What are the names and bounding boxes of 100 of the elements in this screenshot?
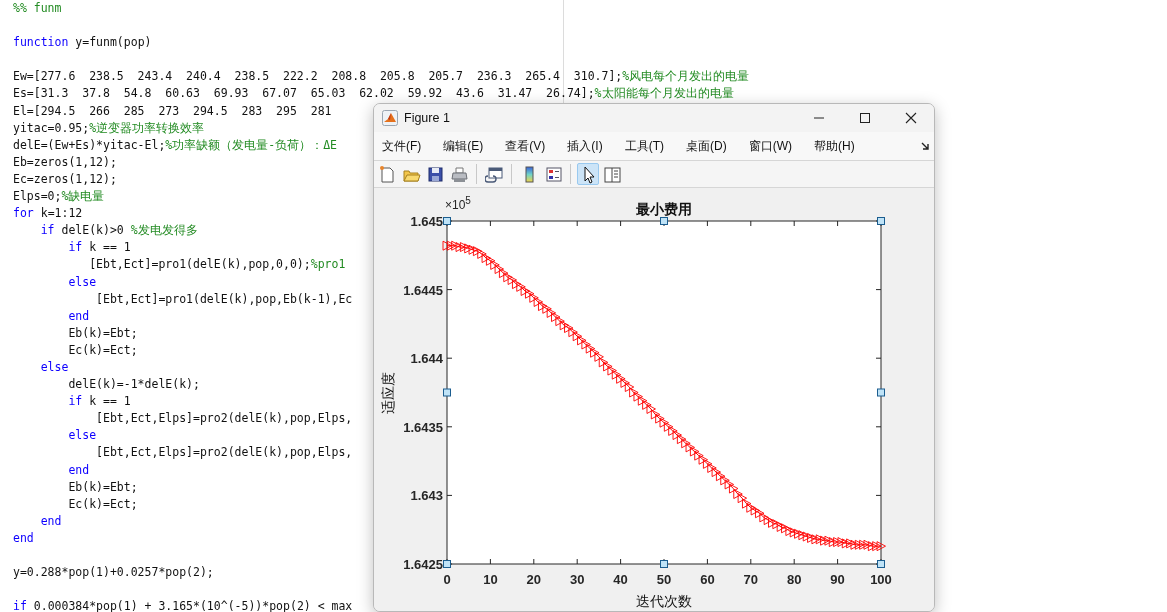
- data-marker: [824, 535, 834, 546]
- data-marker: [607, 365, 617, 376]
- data-marker: [798, 530, 808, 541]
- data-marker: [503, 272, 513, 283]
- y-tick-label: 1.6425: [403, 557, 443, 572]
- data-marker: [715, 471, 726, 482]
- y-tick-label: 1.6445: [403, 282, 443, 298]
- data-marker: [768, 517, 778, 528]
- data-marker: [659, 417, 669, 428]
- data-marker: [542, 303, 552, 314]
- menu-item[interactable]: 编辑(E): [438, 137, 489, 155]
- selection-handle[interactable]: [877, 217, 885, 225]
- save-icon: [425, 164, 445, 184]
- data-marker: [854, 539, 865, 550]
- x-tick-label: 10: [483, 572, 498, 587]
- y-tick-label: 1.645: [410, 214, 443, 229]
- close-icon: [904, 111, 918, 125]
- code-line: yitac=0.95;%逆变器功率转换效率: [13, 119, 205, 137]
- data-marker: [490, 259, 500, 270]
- code-line: [Ebt,Ect,Elps]=pro2(delE(k),pop,Elps,: [95, 410, 353, 428]
- data-marker: [477, 249, 487, 259]
- data-marker: [820, 535, 830, 546]
- data-marker: [807, 532, 817, 543]
- selection-handle[interactable]: [443, 560, 451, 568]
- x-tick-label: 40: [613, 572, 628, 587]
- data-marker: [616, 373, 626, 384]
- x-tick-label: 20: [526, 572, 542, 587]
- data-marker: [789, 527, 800, 538]
- menu-item[interactable]: 帮助(H): [809, 137, 860, 155]
- data-marker: [837, 537, 847, 547]
- x-axis-label: 迭代次数: [636, 593, 692, 609]
- data-marker: [846, 538, 856, 549]
- code-line: Es=[31.3 37.8 54.8 60.63 69.93 67.07 65.03 62.02 59.92 43.6 31.47 26.74];%太阳能每个月发出的电量: [13, 85, 734, 103]
- code-line: [Ebt,Ect,Elps]=pro2(delE(k),pop,Elps,: [95, 444, 353, 462]
- peak-icon: [382, 110, 398, 126]
- data-marker: [650, 409, 661, 420]
- data-marker: [459, 242, 470, 252]
- data-marker: [755, 508, 765, 519]
- x-tick-label: 0: [443, 572, 451, 587]
- selection-handle[interactable]: [877, 560, 885, 568]
- data-marker: [633, 391, 643, 402]
- code-line: if delE(k)>0 %发电发得多: [39, 222, 198, 240]
- data-marker: [533, 297, 544, 307]
- data-marker: [867, 541, 878, 552]
- data-marker: [598, 357, 609, 368]
- data-marker: [833, 537, 843, 547]
- data-marker: [468, 244, 478, 255]
- data-marker: [750, 505, 761, 516]
- data-marker: [776, 522, 787, 532]
- selection-handle[interactable]: [443, 388, 451, 397]
- data-marker: [729, 483, 739, 494]
- data-marker: [451, 240, 461, 251]
- data-marker: [733, 489, 743, 499]
- code-line: y=0.288*pop(1)+0.0257*pop(2);: [13, 564, 214, 582]
- selection-handle[interactable]: [443, 217, 451, 225]
- data-marker: [624, 382, 635, 392]
- data-marker: [455, 242, 465, 252]
- data-marker: [581, 339, 591, 350]
- data-marker: [794, 528, 804, 539]
- data-marker: [746, 502, 756, 513]
- selection-handle[interactable]: [877, 388, 885, 397]
- x-tick-label: 80: [786, 572, 802, 587]
- selection-handle[interactable]: [660, 560, 668, 568]
- x-tick-label: 60: [700, 572, 715, 587]
- x-tick-label: 70: [743, 572, 759, 587]
- data-marker: [689, 446, 700, 457]
- menu-item[interactable]: 桌面(D): [681, 137, 732, 155]
- data-marker: [512, 279, 522, 290]
- data-marker: [481, 253, 491, 263]
- menu-item[interactable]: 文件(F): [377, 137, 427, 155]
- data-marker: [485, 255, 496, 266]
- data-marker: [525, 288, 535, 299]
- code-line: Ew=[277.6 238.5 243.4 240.4 238.5 222.2 208.8 205.8 205.7 236.3 265.4 310.7];%风电每个月发出的电量: [13, 68, 750, 86]
- data-marker: [538, 301, 548, 311]
- data-marker: [611, 369, 622, 380]
- code-line: [Ebt,Ect]=pro1(delE(k),pop,Eb(k-1),Ec: [95, 290, 353, 308]
- data-marker: [698, 454, 708, 465]
- code-line: Elps=0;%缺电量: [13, 188, 105, 206]
- menu-item[interactable]: 插入(I): [562, 137, 608, 155]
- menu-item[interactable]: 查看(V): [500, 137, 551, 155]
- data-marker: [859, 539, 869, 550]
- data-marker: [724, 479, 735, 490]
- data-marker: [785, 526, 795, 537]
- menu-item[interactable]: 窗口(W): [743, 137, 797, 155]
- code-line: for k=1:12: [13, 205, 83, 223]
- code-line: if k == 1: [67, 239, 131, 257]
- data-marker: [507, 275, 518, 285]
- data-marker: [546, 307, 557, 318]
- code-line: Ec(k)=Ect;: [67, 495, 138, 513]
- code-line: end: [67, 461, 90, 479]
- menu-item[interactable]: 工具(T): [619, 137, 669, 155]
- code-line: Ec(k)=Ect;: [67, 341, 138, 359]
- printer-icon: [449, 164, 469, 184]
- pointer-button[interactable]: [577, 163, 599, 185]
- selection-handle[interactable]: [660, 217, 668, 225]
- data-marker: [520, 286, 531, 296]
- x-tick-label: 50: [656, 572, 672, 587]
- data-marker: [551, 312, 561, 322]
- code-line: else: [67, 427, 97, 445]
- y-tick-label: 1.644: [410, 351, 443, 367]
